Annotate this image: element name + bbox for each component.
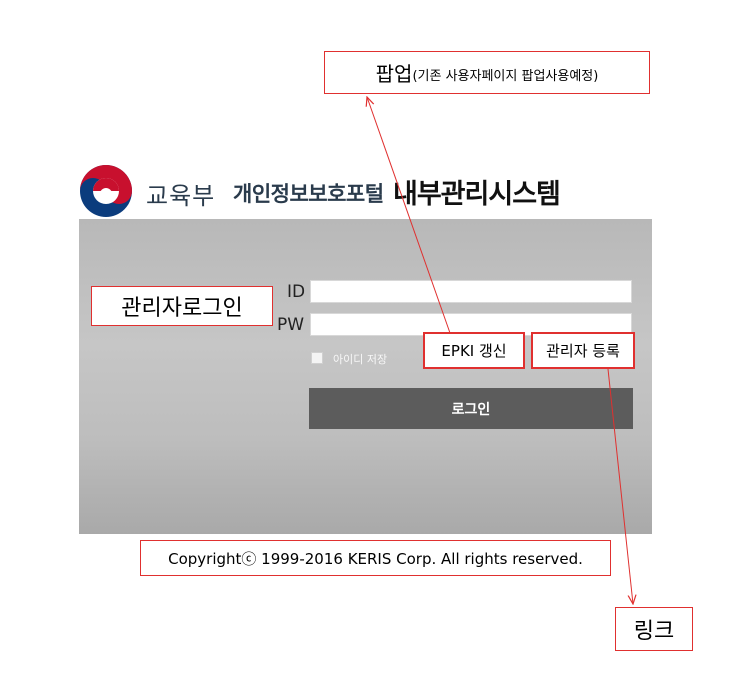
epki-renew-label: EPKI 갱신	[441, 342, 507, 360]
link-annotation-text: 링크	[633, 619, 675, 644]
remember-id-checkbox[interactable]	[311, 352, 323, 364]
popup-annotation-title: 팝업	[375, 62, 413, 86]
copyright-text: Copyrightⓒ 1999-2016 KERIS Corp. All rig…	[168, 549, 583, 568]
remember-id-label: 아이디 저장	[333, 353, 388, 366]
ministry-name: 교육부	[146, 182, 216, 210]
link-annotation: 링크	[615, 607, 693, 651]
copyright-notice: Copyrightⓒ 1999-2016 KERIS Corp. All rig…	[140, 540, 611, 576]
id-input[interactable]	[310, 280, 632, 303]
system-title: 내부관리시스템	[393, 179, 561, 210]
government-emblem-icon	[80, 165, 132, 217]
epki-renew-button[interactable]: EPKI 갱신	[423, 332, 525, 369]
login-button[interactable]: 로그인	[309, 388, 633, 429]
admin-register-label: 관리자 등록	[546, 342, 620, 360]
popup-annotation-detail: (기존 사용자페이지 팝업사용예정)	[412, 69, 599, 84]
popup-annotation: 팝업 (기존 사용자페이지 팝업사용예정)	[324, 51, 650, 94]
pw-label: PW	[277, 315, 305, 335]
admin-register-link[interactable]: 관리자 등록	[531, 332, 635, 369]
admin-login-annotation: 관리자로그인	[91, 286, 273, 326]
login-panel	[79, 219, 652, 534]
admin-login-annotation-text: 관리자로그인	[121, 296, 243, 321]
portal-name: 개인정보보호포털	[233, 182, 384, 206]
id-label: ID	[287, 282, 306, 302]
